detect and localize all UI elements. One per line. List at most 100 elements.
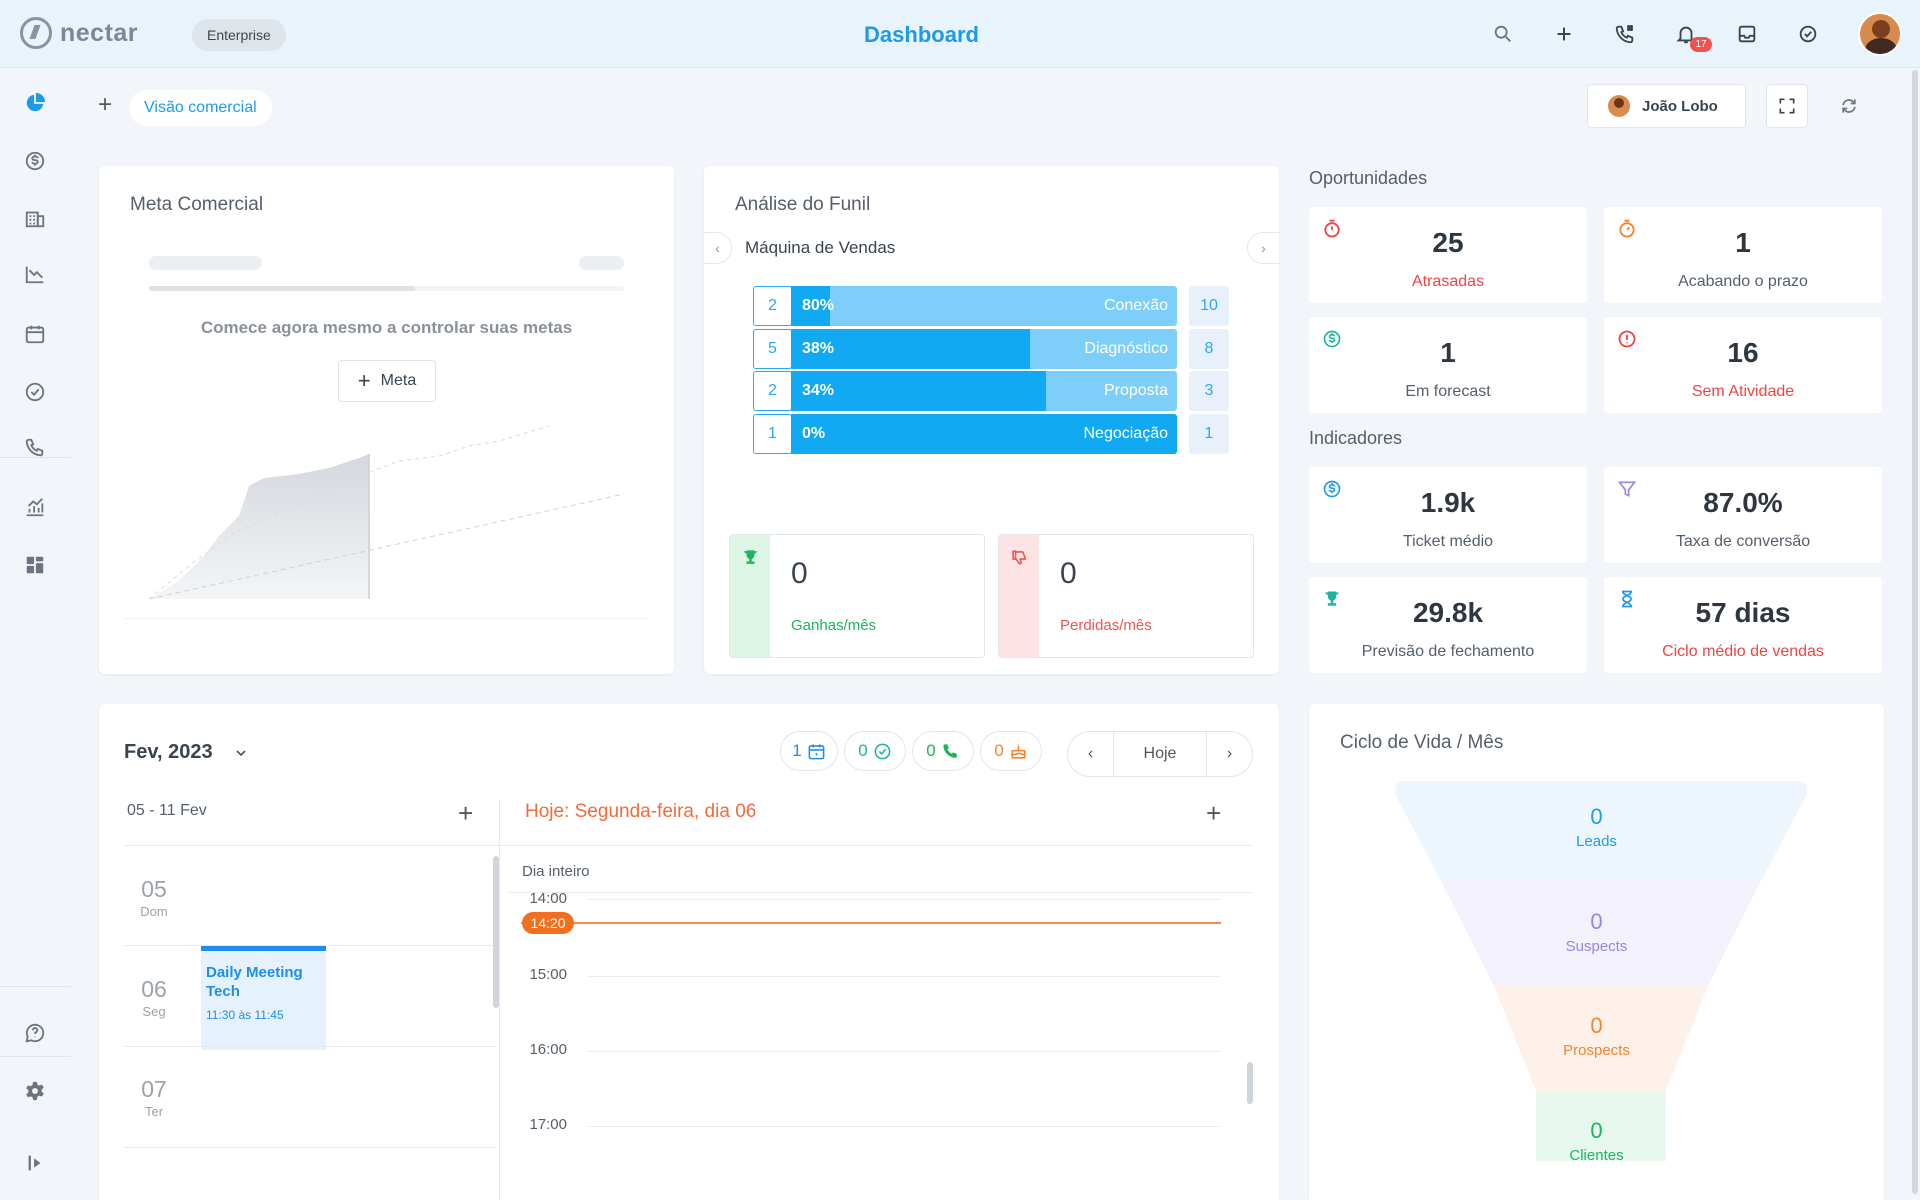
funnel-prev-button[interactable]: ‹	[704, 232, 732, 264]
stat-value: 1.9k	[1420, 487, 1476, 518]
stat-ciclo-medio[interactable]: 57 dias Ciclo médio de vendas	[1604, 577, 1882, 673]
day-divider	[124, 1147, 496, 1148]
dollar-icon	[25, 151, 45, 171]
user-filter-avatar	[1608, 95, 1630, 117]
add-meta-button[interactable]: + Meta	[338, 360, 436, 402]
won-box[interactable]: 0 Ganhas/mês	[729, 534, 985, 658]
lost-value: 0	[1060, 557, 1077, 590]
timeline-scrollbar[interactable]	[1247, 1062, 1253, 1104]
funnel-stage-count: 2	[753, 286, 792, 326]
funnel-stage-percent: 34%	[802, 382, 835, 399]
all-day-divider	[509, 892, 1253, 893]
tab-visao-comercial[interactable]: Visão comercial	[129, 90, 272, 126]
calendar-next-button[interactable]: ›	[1206, 731, 1253, 777]
day-divider	[124, 1046, 496, 1047]
add-view-button[interactable]: +	[94, 91, 116, 118]
sidebar-item-help[interactable]	[12, 1010, 58, 1056]
stat-previsao-fechamento[interactable]: 29.8k Previsão de fechamento	[1309, 577, 1587, 673]
calendar-prev-button[interactable]: ‹	[1067, 731, 1114, 777]
top-actions: 17	[1481, 16, 1830, 52]
page-scrollbar[interactable]	[1912, 70, 1918, 1194]
funnel-stage-total: 8	[1189, 329, 1229, 369]
stat-label: Acabando o prazo	[1678, 273, 1808, 290]
bar-chart-icon	[26, 498, 44, 517]
day-add-button[interactable]: +	[1206, 800, 1221, 826]
fullscreen-button[interactable]	[1766, 84, 1808, 128]
check-circle-icon	[1799, 25, 1817, 43]
week-add-button[interactable]: +	[458, 800, 473, 826]
funnel-stage-bar: 34% Proposta	[791, 371, 1177, 411]
stat-label: Previsão de fechamento	[1361, 643, 1535, 660]
dialer-button[interactable]	[1603, 16, 1647, 52]
notification-count-badge: 17	[1690, 37, 1712, 52]
plus-icon	[1557, 27, 1571, 41]
chevron-left-icon: ‹	[715, 240, 720, 256]
day-number: 07	[141, 1076, 167, 1102]
chip-events[interactable]: 1	[780, 731, 838, 771]
sidebar-item-analytics[interactable]	[12, 484, 58, 530]
chip-calls[interactable]: 0	[912, 731, 974, 771]
lifecycle-suspects[interactable]: 0 Suspects	[1309, 909, 1884, 955]
sidebar-item-calendar[interactable]	[12, 311, 58, 357]
sidebar-item-settings[interactable]	[12, 1068, 58, 1114]
day-weekday: Dom	[140, 904, 168, 919]
stat-em-forecast[interactable]: 1 Em forecast	[1309, 317, 1587, 413]
meta-placeholder-chart	[149, 425, 625, 600]
lifecycle-label: Leads	[1576, 833, 1617, 850]
user-avatar[interactable]	[1858, 12, 1902, 56]
ciclo-vida-card: Ciclo de Vida / Mês 0 Leads 0 Suspects 0…	[1309, 704, 1884, 1200]
sidebar-expand-button[interactable]	[12, 1140, 58, 1186]
lifecycle-label: Prospects	[1563, 1042, 1630, 1059]
sidebar-item-deals[interactable]	[12, 138, 58, 184]
sidebar-item-calls[interactable]	[12, 425, 58, 471]
sidebar-item-companies[interactable]	[12, 195, 58, 241]
sidebar-item-reports[interactable]	[12, 251, 58, 297]
meta-skeleton-bar	[579, 256, 624, 270]
plus-icon: +	[357, 368, 371, 393]
calendar-event[interactable]: Daily Meeting Tech 11:30 às 11:45	[201, 946, 326, 1050]
lost-box[interactable]: 0 Perdidas/mês	[998, 534, 1254, 658]
chip-birthdays[interactable]: 0	[980, 731, 1042, 771]
lifecycle-value: 0	[1590, 1118, 1603, 1143]
day-list-scrollbar[interactable]	[493, 856, 499, 1008]
funnel-next-button[interactable]: ›	[1247, 232, 1279, 264]
stat-taxa-conversao[interactable]: 87.0% Taxa de conversão	[1604, 467, 1882, 563]
grid-icon	[26, 556, 44, 574]
stat-acabando-prazo[interactable]: 1 Acabando o prazo	[1604, 207, 1882, 303]
calendar-icon	[808, 743, 825, 759]
stat-value: 25	[1432, 227, 1464, 258]
check-circle-icon	[874, 743, 891, 759]
sidebar-item-tasks[interactable]	[12, 369, 58, 415]
search-button[interactable]	[1481, 16, 1525, 52]
user-filter-select[interactable]: João Lobo	[1587, 84, 1746, 128]
stat-atrasadas[interactable]: 25 Atrasadas	[1309, 207, 1587, 303]
stat-label: Ticket médio	[1402, 533, 1494, 550]
inbox-button[interactable]	[1725, 16, 1769, 52]
lifecycle-clientes[interactable]: 0 Clientes	[1309, 1118, 1884, 1164]
lifecycle-prospects[interactable]: 0 Prospects	[1309, 1013, 1884, 1059]
day-number: 05	[141, 876, 167, 902]
sidebar-item-apps[interactable]	[12, 542, 58, 588]
sidebar-divider	[0, 457, 71, 458]
sidebar-item-dashboard[interactable]	[12, 80, 58, 126]
lifecycle-leads[interactable]: 0 Leads	[1309, 804, 1884, 850]
chip-tasks[interactable]: 0	[844, 731, 906, 771]
meta-progress-fill	[149, 286, 415, 291]
notifications-button[interactable]: 17	[1664, 16, 1712, 52]
stat-ticket-medio[interactable]: 1.9k Ticket médio	[1309, 467, 1587, 563]
lifecycle-label: Suspects	[1565, 938, 1628, 955]
hour-label: 17:00	[529, 1116, 567, 1133]
calendar-month-select[interactable]: Fev, 2023	[124, 741, 213, 764]
funnel-stage-percent: 80%	[802, 297, 835, 314]
calendar-card: Fev, 2023 1 0 0 0 ‹ Hoje › 05 - 11 Fev +…	[99, 704, 1279, 1200]
tasks-button[interactable]	[1786, 16, 1830, 52]
calendar-today-button[interactable]: Hoje	[1113, 731, 1207, 777]
refresh-button[interactable]	[1828, 84, 1870, 128]
chevron-down-icon[interactable]	[233, 745, 249, 761]
funil-card: Análise do Funil ‹ Máquina de Vendas › 2…	[704, 166, 1279, 674]
funnel-stage-total: 1	[1189, 414, 1229, 454]
sidebar-divider	[0, 1056, 71, 1057]
stat-sem-atividade[interactable]: 16 Sem Atividade	[1604, 317, 1882, 413]
day-weekday: Ter	[144, 1104, 164, 1119]
add-button[interactable]	[1542, 16, 1586, 52]
